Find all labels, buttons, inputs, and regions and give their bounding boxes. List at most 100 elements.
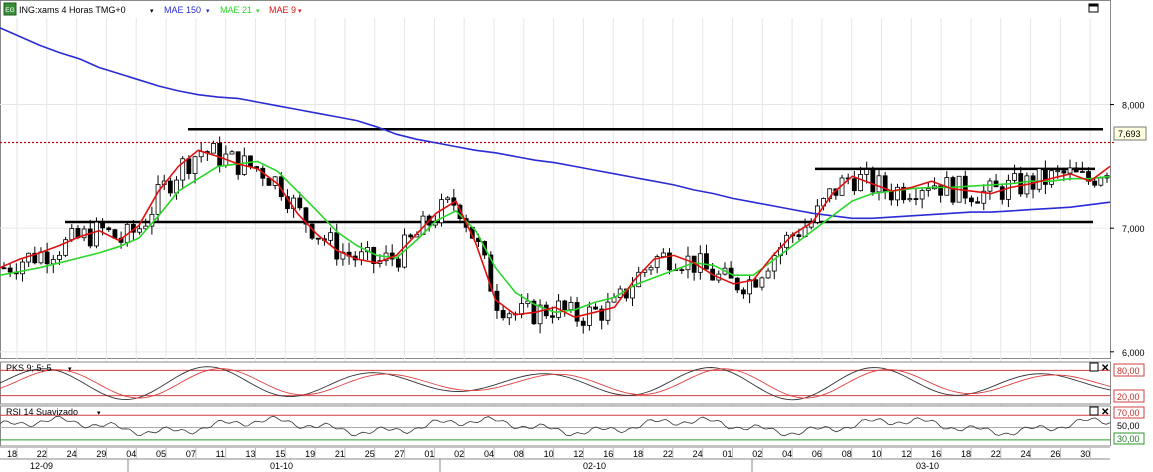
candle-body	[217, 143, 223, 166]
candle-body	[975, 201, 980, 204]
candle-body	[648, 267, 654, 271]
symbol-badge-text: EG	[5, 7, 14, 14]
candle-body	[753, 279, 759, 288]
rsi-level-50: 50,00	[1117, 421, 1140, 431]
day-label: 22	[37, 449, 47, 459]
candle-body	[1055, 170, 1061, 173]
instrument-dropdown-icon[interactable]: ▾	[150, 8, 154, 15]
day-label: 27	[395, 449, 405, 459]
candle-body	[593, 306, 598, 310]
candle-body	[100, 221, 105, 229]
candle-body	[851, 178, 857, 192]
candle-body	[358, 251, 364, 261]
candle-body	[106, 227, 112, 231]
candle-body	[334, 232, 340, 260]
ma150-legend[interactable]: MAE 150	[164, 5, 201, 15]
candle-body	[925, 188, 931, 191]
candle-body	[1, 267, 7, 270]
candle-body	[500, 310, 506, 319]
instrument-title[interactable]: ING:xams 4 Horas TMG+0	[19, 5, 126, 15]
candle-body	[987, 180, 993, 192]
month-label: 01-10	[270, 461, 293, 471]
day-label: 06	[812, 449, 822, 459]
candle-body	[759, 277, 765, 288]
candle-body	[568, 302, 574, 311]
candle-body	[630, 286, 635, 299]
candle-body	[1073, 167, 1079, 173]
ma150-dropdown-icon[interactable]: ▾	[206, 8, 210, 15]
day-label: 10	[872, 449, 882, 459]
candle-body	[519, 303, 525, 315]
y-tick-label: 7,000	[1122, 224, 1145, 234]
candle-body	[550, 315, 555, 318]
chart-svg: 8,000 7,000 6,000 18 22 24 29 04 05 07 11 13 15 19 21…	[0, 0, 1153, 472]
oscillator-panels	[0, 361, 1111, 447]
day-label: 29	[96, 449, 106, 459]
date-axis: 18 22 24 29 04 05 07 11 13 15 19 21 25 27 01 02 04 08 10 12…	[0, 446, 1153, 472]
day-label: 08	[514, 449, 524, 459]
candle-body	[1079, 171, 1085, 173]
day-label: 02	[752, 449, 762, 459]
day-label: 22	[991, 449, 1001, 459]
ma9-dropdown-icon[interactable]: ▾	[298, 8, 302, 15]
month-label: 12-09	[30, 461, 53, 471]
candle-body	[864, 169, 870, 175]
day-label: 04	[484, 449, 494, 459]
candle-body	[1067, 167, 1073, 174]
candle-body	[1036, 168, 1042, 190]
rsi-level-30: 30,00	[1117, 434, 1140, 444]
candle-body	[999, 186, 1005, 200]
header-legend: EG ING:xams 4 Horas TMG+0 MAE 150 MAE 21…	[3, 2, 1099, 16]
candle-body	[7, 267, 13, 273]
candle-body	[57, 254, 62, 260]
day-label: 16	[931, 449, 941, 459]
day-label: 24	[67, 449, 77, 459]
rsi-label[interactable]: RSI 14 Suavizado	[6, 407, 78, 417]
day-label: 30	[1080, 449, 1090, 459]
day-label: 05	[156, 449, 166, 459]
pks-maximize-icon[interactable]	[1089, 362, 1099, 372]
candles	[1, 136, 1110, 334]
candle-body	[1061, 170, 1067, 174]
rsi-maximize-icon[interactable]	[1089, 406, 1099, 416]
pks-label[interactable]: PKS 9; 5; 5	[6, 363, 52, 373]
day-label: 19	[305, 449, 315, 459]
pks-dropdown-icon[interactable]: ▾	[68, 366, 72, 373]
candle-body	[950, 177, 956, 203]
ma21-dropdown-icon[interactable]: ▾	[256, 8, 260, 15]
day-label: 12	[901, 449, 911, 459]
candle-body	[605, 301, 611, 321]
rsi-close-icon[interactable]: ✕	[1101, 407, 1109, 418]
candle-body	[704, 253, 709, 270]
ma21-legend[interactable]: MAE 21	[220, 5, 252, 15]
candle-body	[87, 228, 93, 247]
day-label: 12	[573, 449, 583, 459]
day-label: 25	[365, 449, 375, 459]
candle-body	[586, 306, 592, 326]
last-price-tag: 7,693	[1113, 126, 1147, 141]
candle-body	[229, 151, 235, 155]
ma9-legend[interactable]: MAE 9	[269, 5, 296, 15]
candle-body	[186, 158, 192, 174]
candle-body	[888, 191, 894, 201]
candle-body	[796, 234, 802, 237]
pks-level-80: 80,00	[1117, 366, 1140, 376]
month-label: 03-10	[916, 461, 939, 471]
candle-body	[94, 221, 99, 247]
candle-body	[870, 169, 876, 193]
candle-body	[679, 269, 685, 272]
day-label: 18	[961, 449, 971, 459]
candle-body	[574, 302, 580, 322]
rsi-level-70: 70,00	[1117, 408, 1140, 418]
candle-body	[408, 234, 414, 238]
pks-level-20: 20,00	[1117, 392, 1140, 402]
candle-body	[876, 175, 882, 193]
last-price-label: 7,693	[1118, 129, 1141, 139]
candle-body	[919, 190, 925, 200]
rsi-dropdown-icon[interactable]: ▾	[97, 410, 101, 417]
pks-close-icon[interactable]: ✕	[1101, 363, 1109, 374]
candle-body	[562, 300, 568, 311]
candle-body	[913, 198, 919, 200]
candle-body	[69, 228, 75, 241]
day-label: 01	[424, 449, 434, 459]
